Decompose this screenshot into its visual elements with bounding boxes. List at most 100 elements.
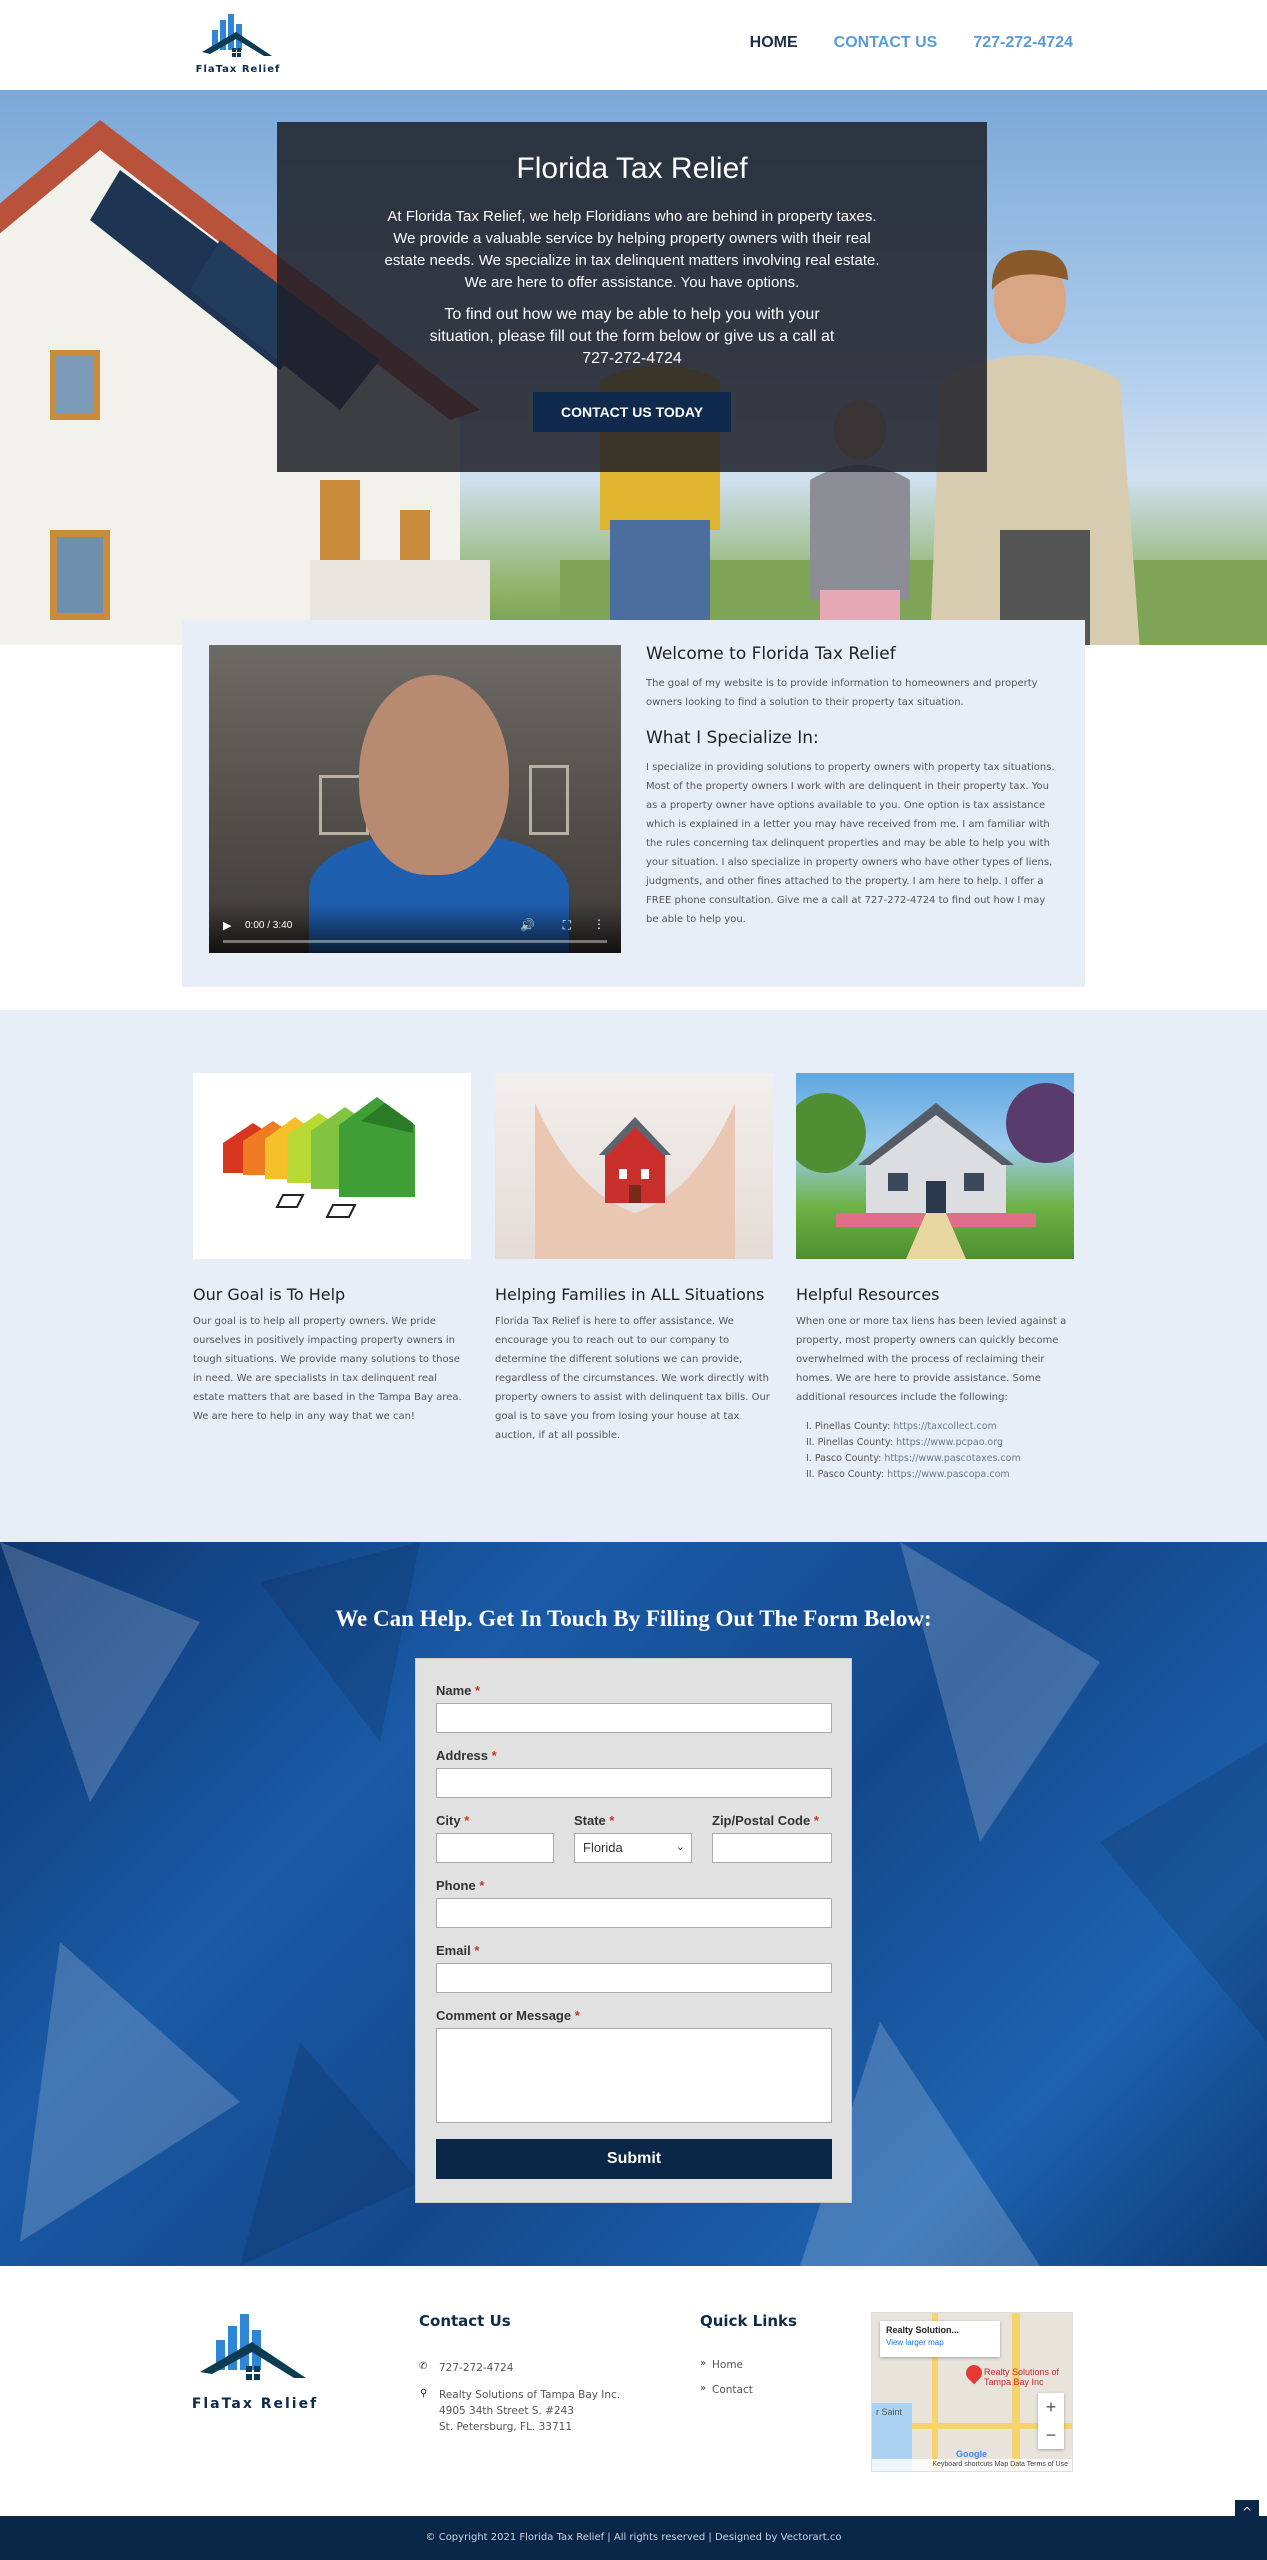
- phone-icon: ✆: [419, 2361, 428, 2372]
- list-item: II. Pinellas County: https://www.pcpao.o…: [806, 1437, 1004, 1448]
- main-nav: HOME CONTACT US 727-272-4724: [750, 34, 1073, 52]
- list-item: I. Pasco County: https://www.pascotaxes.…: [806, 1453, 1021, 1464]
- footer-logo-text: FlaTax Relief: [191, 2396, 319, 2412]
- comment-label: Comment or Message *: [436, 2008, 580, 2023]
- footer-logo[interactable]: FlaTax Relief: [190, 2310, 320, 2412]
- hero-intro-text: At Florida Tax Relief, we help Floridian…: [384, 208, 880, 291]
- name-label: Name *: [436, 1683, 481, 1698]
- hands-house-image: [495, 1073, 773, 1259]
- state-select[interactable]: Florida ⌄: [574, 1833, 692, 1863]
- list-item: II. Pasco County: https://www.pascopa.co…: [806, 1469, 1010, 1480]
- map-area-label: r Saint: [876, 2407, 903, 2417]
- embedded-map[interactable]: Realty Solution... View larger map Realt…: [871, 2312, 1073, 2472]
- email-input[interactable]: [436, 1963, 832, 1993]
- hero-call-text: To find out how we may be able to help y…: [429, 306, 835, 367]
- welcome-section: ▶ 0:00 / 3:40 🔊 ⛶ ⋮ Welcome to Florida T…: [182, 620, 1085, 987]
- hero-title: Florida Tax Relief: [516, 152, 748, 185]
- address-input[interactable]: [436, 1768, 832, 1798]
- more-options-icon[interactable]: ⋮: [593, 917, 605, 931]
- goal-text: Our goal is to help all property owners.…: [193, 1316, 462, 1422]
- info-column-resources: Helpful Resources When one or more tax l…: [796, 1073, 1074, 1483]
- form-heading: We Can Help. Get In Touch By Filling Out…: [335, 1606, 932, 1631]
- state-label: State *: [574, 1813, 615, 1828]
- welcome-intro: The goal of my website is to provide inf…: [646, 678, 1038, 708]
- energy-houses-image: [193, 1073, 471, 1259]
- site-footer: FlaTax Relief Contact Us ✆ 727-272-4724 …: [0, 2266, 1267, 2516]
- specialize-title: What I Specialize In:: [646, 728, 819, 748]
- resources-list: I. Pinellas County: https://taxcollect.c…: [806, 1419, 1074, 1483]
- welcome-title: Welcome to Florida Tax Relief: [646, 644, 896, 664]
- map-pin-label: Realty Solutions of Tampa Bay Inc: [984, 2367, 1060, 2387]
- footer-street: 4905 34th Street S. #243: [439, 2405, 574, 2417]
- specialize-text: I specialize in providing solutions to p…: [646, 762, 1055, 925]
- resource-link[interactable]: https://taxcollect.com: [893, 1421, 996, 1432]
- zip-label: Zip/Postal Code *: [712, 1813, 819, 1828]
- map-footer: Keyboard shortcuts Map Data Terms of Use: [872, 2459, 1072, 2471]
- hero-section: Florida Tax Relief At Florida Tax Relief…: [0, 90, 1267, 645]
- nav-contact-us[interactable]: CONTACT US: [834, 34, 938, 52]
- map-google-logo: Google: [956, 2449, 987, 2459]
- city-input[interactable]: [436, 1833, 554, 1863]
- nav-phone[interactable]: 727-272-4724: [973, 34, 1073, 52]
- comment-textarea[interactable]: [436, 2028, 832, 2123]
- welcome-text: Welcome to Florida Tax Relief The goal o…: [646, 644, 1056, 929]
- info-columns-section: Our Goal is To Help Our goal is to help …: [0, 1010, 1267, 1542]
- location-pin-icon: ⚲: [420, 2388, 428, 2399]
- email-label: Email *: [436, 1943, 480, 1958]
- wall-frame: [529, 765, 569, 835]
- footer-link-contact[interactable]: Contact: [712, 2382, 753, 2398]
- video-progress-bar[interactable]: [223, 940, 607, 943]
- resources-text: When one or more tax liens has been levi…: [796, 1316, 1067, 1403]
- logo-text: FlaTax Relief: [195, 64, 281, 75]
- contact-us-today-button[interactable]: CONTACT US TODAY: [532, 392, 732, 432]
- resources-title: Helpful Resources: [796, 1285, 940, 1304]
- video-time: 0:00 / 3:40: [245, 920, 293, 931]
- video-person-face: [359, 675, 509, 875]
- phone-label: Phone *: [436, 1878, 485, 1893]
- view-larger-map-link[interactable]: View larger map: [886, 2338, 994, 2347]
- footer-contact-title: Contact Us: [419, 2312, 511, 2330]
- map-pin-icon: [962, 2361, 986, 2385]
- name-input[interactable]: [436, 1703, 832, 1733]
- fullscreen-icon[interactable]: ⛶: [563, 918, 571, 933]
- map-info-card: Realty Solution... View larger map: [880, 2321, 1000, 2357]
- map-zoom-control[interactable]: + −: [1038, 2393, 1064, 2449]
- hero-overlay-box: Florida Tax Relief At Florida Tax Relief…: [277, 122, 987, 472]
- phone-input[interactable]: [436, 1898, 832, 1928]
- zip-input[interactable]: [712, 1833, 832, 1863]
- info-column-goal: Our Goal is To Help Our goal is to help …: [193, 1073, 471, 1426]
- site-header: FlaTax Relief HOME CONTACT US 727-272-47…: [0, 0, 1267, 90]
- copyright-bar: © Copyright 2021 Florida Tax Relief | Al…: [0, 2516, 1267, 2560]
- house-chart-logo-icon: [202, 14, 272, 57]
- footer-links-title: Quick Links: [700, 2312, 797, 2330]
- video-player[interactable]: ▶ 0:00 / 3:40 🔊 ⛶ ⋮: [209, 645, 621, 953]
- list-item: I. Pinellas County: https://taxcollect.c…: [806, 1421, 997, 1432]
- volume-icon[interactable]: 🔊: [520, 918, 535, 932]
- resource-link[interactable]: https://www.pascotaxes.com: [884, 1453, 1020, 1464]
- chevron-right-icon: »: [700, 2358, 707, 2369]
- house-chart-logo-icon: [200, 2314, 306, 2380]
- resource-link[interactable]: https://www.pascopa.com: [887, 1469, 1010, 1480]
- goal-title: Our Goal is To Help: [193, 1285, 346, 1304]
- families-title: Helping Families in ALL Situations: [495, 1285, 765, 1304]
- info-column-families: Helping Families in ALL Situations Flori…: [495, 1073, 773, 1445]
- submit-button[interactable]: Submit: [436, 2139, 832, 2179]
- zoom-out-icon[interactable]: −: [1038, 2421, 1064, 2449]
- contact-form-section: We Can Help. Get In Touch By Filling Out…: [0, 1542, 1267, 2266]
- footer-city: St. Petersburg, FL. 33711: [439, 2421, 572, 2433]
- chevron-down-icon: ⌄: [675, 1841, 685, 1853]
- families-text: Florida Tax Relief is here to offer assi…: [495, 1316, 770, 1441]
- footer-link-home[interactable]: Home: [712, 2357, 743, 2373]
- footer-company: Realty Solutions of Tampa Bay Inc.: [439, 2389, 621, 2401]
- zoom-in-icon[interactable]: +: [1038, 2393, 1064, 2421]
- chevron-right-icon: »: [700, 2383, 707, 2394]
- city-label: City *: [436, 1813, 470, 1828]
- suburban-house-image: [796, 1073, 1074, 1259]
- footer-phone[interactable]: 727-272-4724: [439, 2360, 513, 2376]
- resource-link[interactable]: https://www.pcpao.org: [896, 1437, 1003, 1448]
- site-logo[interactable]: FlaTax Relief: [192, 12, 284, 80]
- contact-form: Name * Address * City * State * Florida …: [415, 1658, 852, 2203]
- video-controls: ▶ 0:00 / 3:40 🔊 ⛶ ⋮: [209, 903, 621, 953]
- play-icon[interactable]: ▶: [223, 919, 231, 932]
- nav-home[interactable]: HOME: [750, 34, 798, 52]
